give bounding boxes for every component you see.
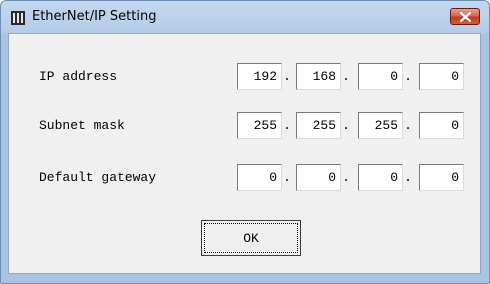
subnet-mask-octet-4[interactable]: 0 (419, 112, 464, 139)
ok-button[interactable]: OK (201, 220, 301, 256)
octet-separator: . (283, 69, 291, 84)
octet-separator: . (342, 118, 350, 133)
ip-address-octet-3[interactable]: 0 (358, 63, 403, 90)
subnet-mask-octet-3[interactable]: 255 (358, 112, 403, 139)
close-icon (460, 12, 471, 22)
subnet-mask-octet-2[interactable]: 255 (296, 112, 341, 139)
ip-address-label: IP address (39, 69, 118, 84)
default-gateway-octet-3[interactable]: 0 (358, 164, 403, 191)
default-gateway-octet-4[interactable]: 0 (419, 164, 464, 191)
title-bar[interactable]: EtherNet/IP Setting (1, 1, 489, 35)
app-icon (10, 10, 26, 26)
dialog-window: EtherNet/IP Setting IP address 192 . 168… (0, 0, 490, 284)
dialog-body: IP address 192 . 168 . 0 . 0 Subnet mask… (8, 33, 481, 274)
window-title: EtherNet/IP Setting (32, 9, 157, 24)
octet-separator: . (283, 118, 291, 133)
subnet-mask-row: Subnet mask 255 . 255 . 255 . 0 (9, 112, 480, 139)
subnet-mask-octet-1[interactable]: 255 (237, 112, 282, 139)
ip-address-row: IP address 192 . 168 . 0 . 0 (9, 63, 480, 90)
octet-separator: . (342, 170, 350, 185)
ip-address-octet-1[interactable]: 192 (237, 63, 282, 90)
ip-address-octet-2[interactable]: 168 (296, 63, 341, 90)
default-gateway-octet-1[interactable]: 0 (237, 164, 282, 191)
close-button[interactable] (450, 8, 480, 25)
default-gateway-row: Default gateway 0 . 0 . 0 . 0 (9, 164, 480, 191)
default-gateway-octet-2[interactable]: 0 (296, 164, 341, 191)
ip-address-octet-4[interactable]: 0 (419, 63, 464, 90)
octet-separator: . (404, 170, 412, 185)
octet-separator: . (404, 69, 412, 84)
octet-separator: . (404, 118, 412, 133)
ok-button-label: OK (204, 223, 298, 253)
subnet-mask-label: Subnet mask (39, 118, 125, 133)
octet-separator: . (342, 69, 350, 84)
octet-separator: . (283, 170, 291, 185)
default-gateway-label: Default gateway (39, 170, 157, 185)
